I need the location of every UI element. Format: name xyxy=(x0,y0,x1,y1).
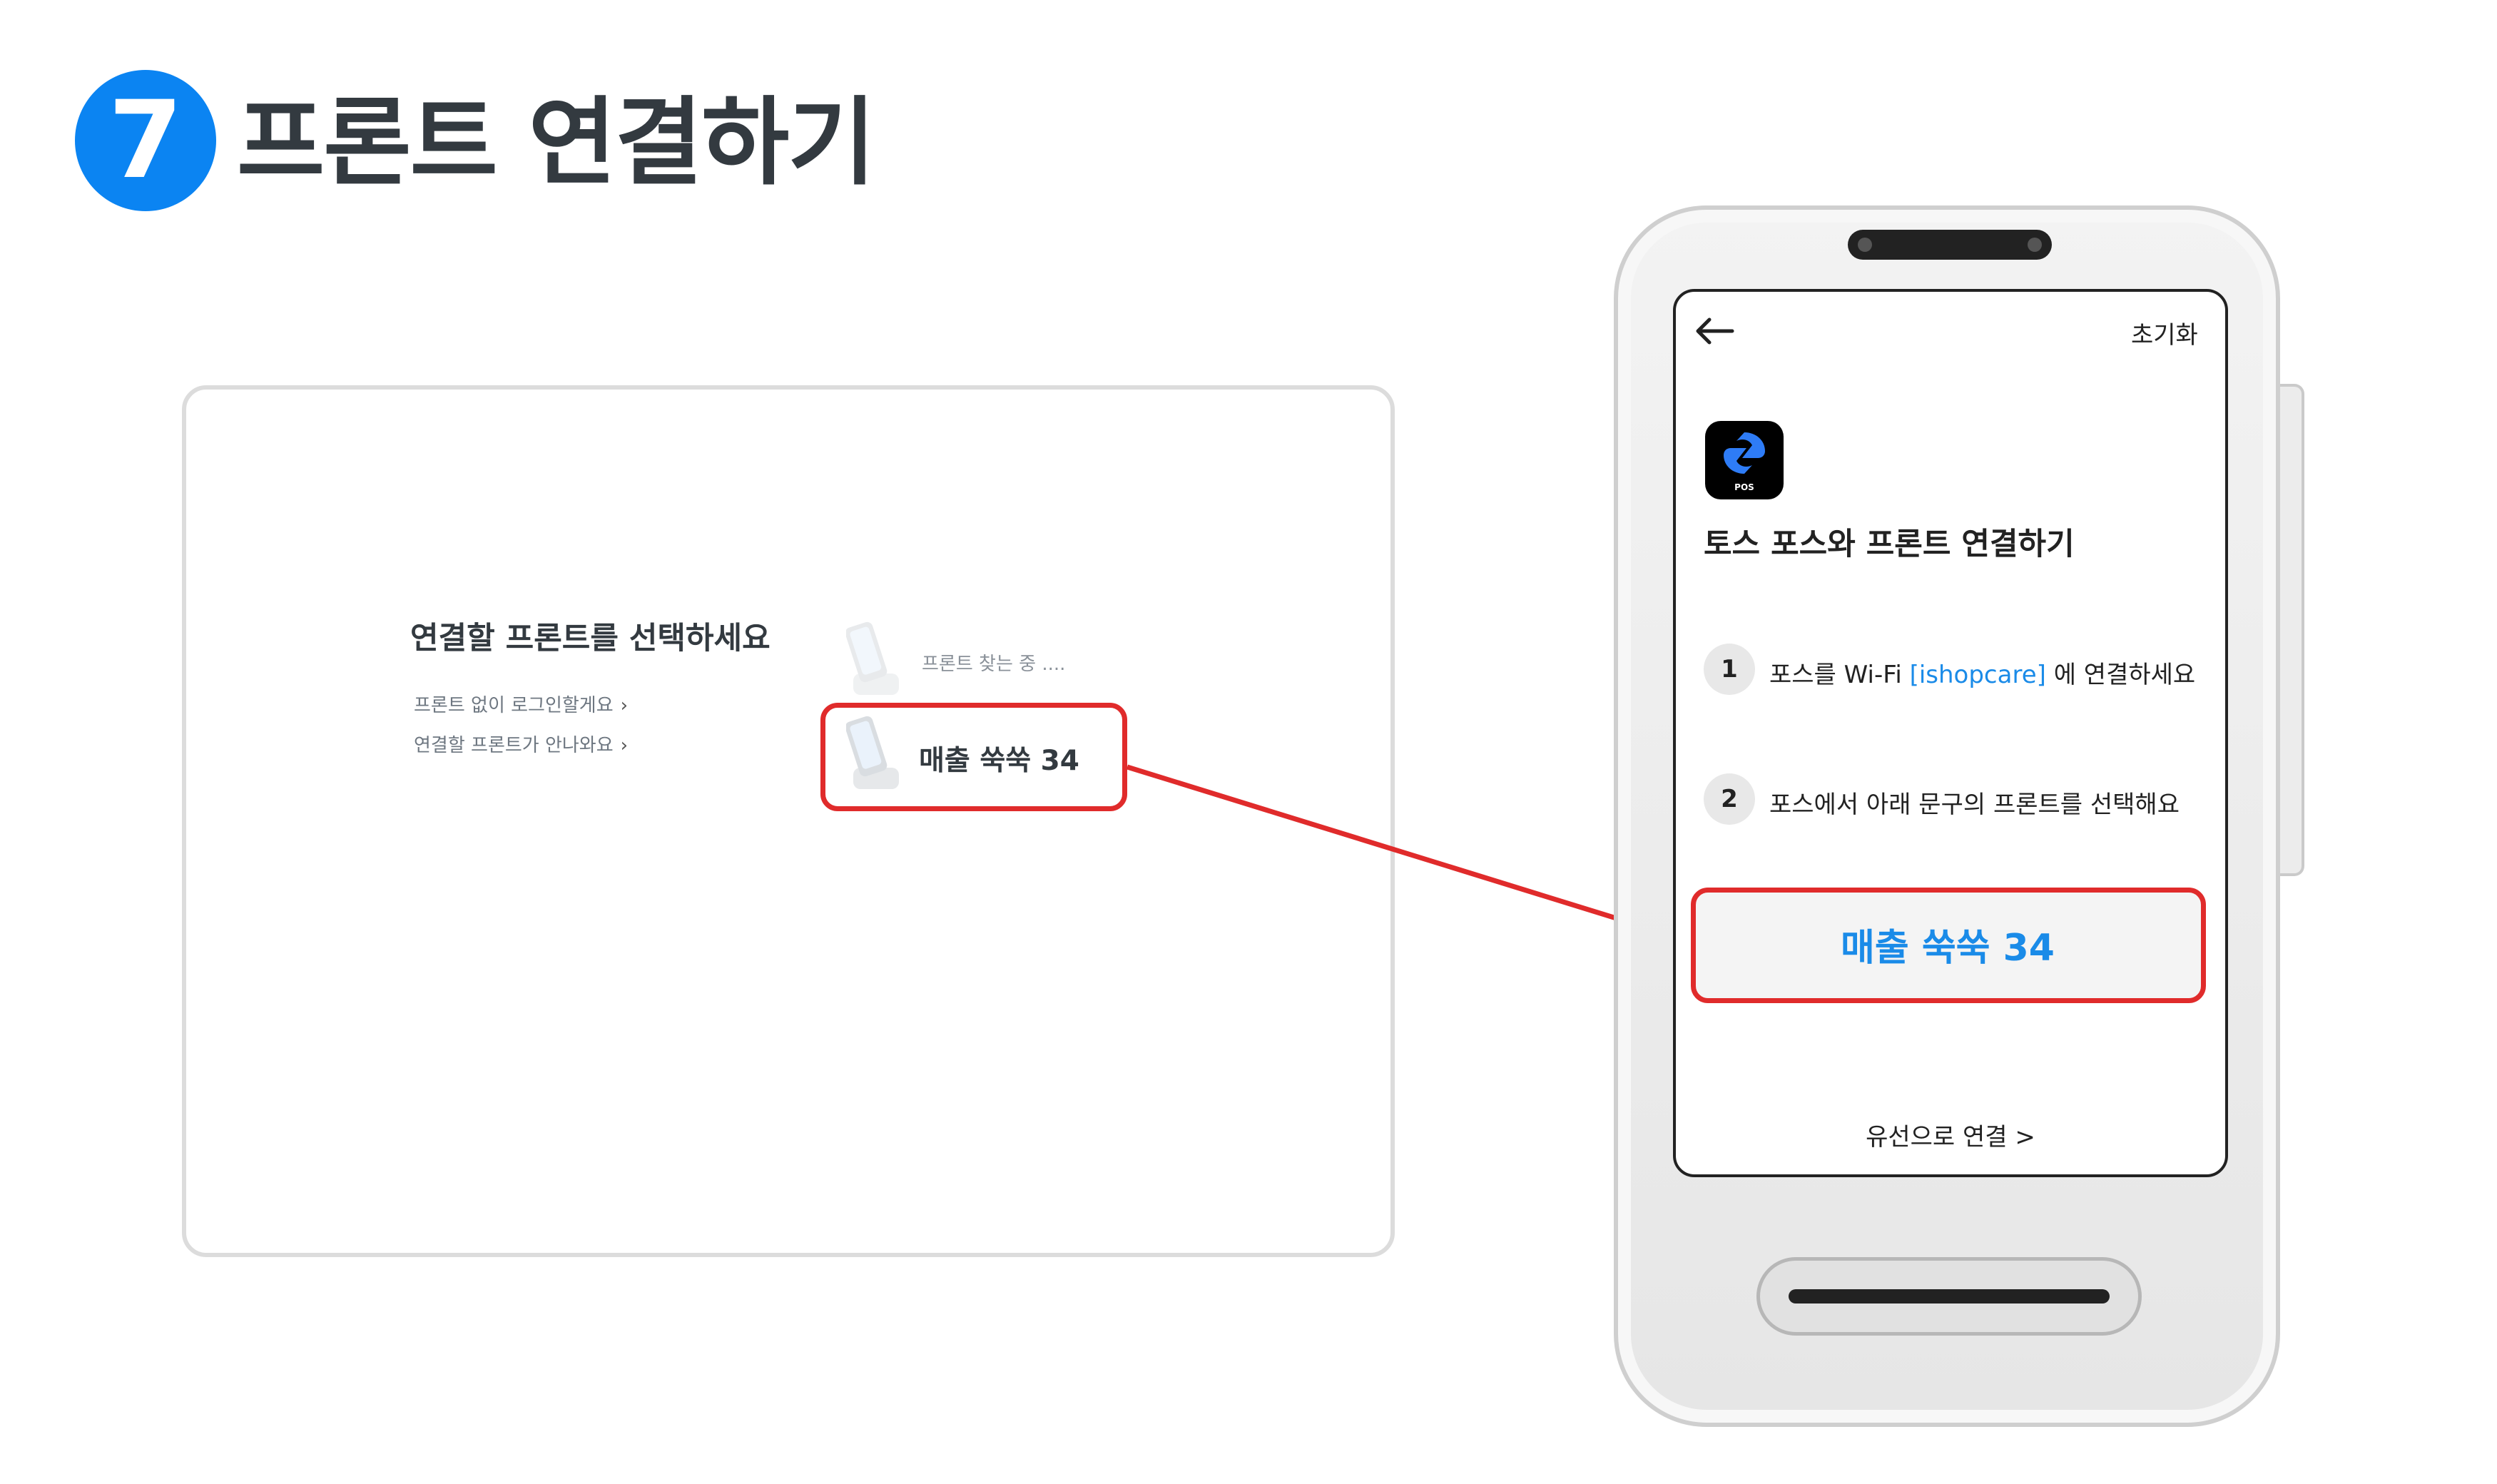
toss-pos-app-icon: POS xyxy=(1705,421,1784,499)
instruction-step-number: 1 xyxy=(1704,644,1755,695)
wired-connection-link[interactable]: 유선으로 연결 > xyxy=(1673,1117,2228,1152)
front-not-found-link[interactable]: 연결할 프론트가 안나와요 › xyxy=(414,731,628,757)
camera-lens xyxy=(1858,238,1872,252)
chevron-right-icon: › xyxy=(620,695,629,716)
front-device-icon xyxy=(846,621,899,695)
highlight-box xyxy=(1691,888,2206,1003)
device-speaker-slot xyxy=(1756,1257,2142,1336)
pos-heading: 연결할 프론트를 선택하세요 xyxy=(410,621,771,656)
screen-title: 토스 포스와 프론트 연결하기 xyxy=(1704,527,2075,562)
login-without-front-label: 프론트 없이 로그인할게요 xyxy=(414,695,614,716)
toss-logo-icon xyxy=(1724,432,1765,474)
device-side-button xyxy=(2280,384,2304,876)
chevron-right-icon: › xyxy=(620,735,629,756)
front-not-found-label: 연결할 프론트가 안나와요 xyxy=(414,735,614,756)
instruction-step-number: 2 xyxy=(1704,773,1755,825)
instruction-text: 에 연결하세요 xyxy=(2045,661,2196,689)
pos-screen-card xyxy=(182,385,1395,1257)
instruction-text: 포스를 Wi-Fi xyxy=(1769,661,1910,689)
searching-status: 프론트 찾는 중 .... xyxy=(922,654,1066,675)
camera-lens xyxy=(2028,238,2042,252)
instruction-step-2: 포스에서 아래 문구의 프론트를 선택해요 xyxy=(1769,791,2180,819)
wifi-ssid: [ishopcare] xyxy=(1909,661,2046,689)
camera-icon xyxy=(1848,230,2052,260)
highlight-box xyxy=(820,703,1127,811)
arrow-left-icon[interactable] xyxy=(1691,314,1736,348)
step-number-badge: 7 xyxy=(75,70,216,211)
step-title: 프론트 연결하기 xyxy=(237,87,876,198)
reset-button[interactable]: 초기화 xyxy=(2131,315,2198,350)
app-icon-label: POS xyxy=(1734,482,1754,492)
login-without-front-link[interactable]: 프론트 없이 로그인할게요 › xyxy=(414,691,628,717)
instruction-step-1: 포스를 Wi-Fi [ishopcare] 에 연결하세요 xyxy=(1769,655,2195,690)
